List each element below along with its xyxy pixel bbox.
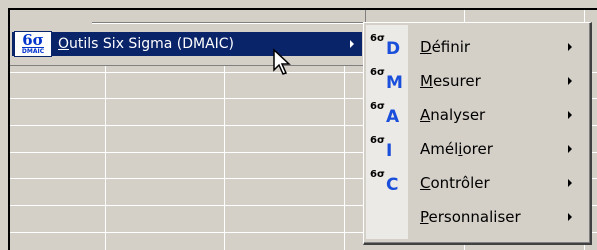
six-sigma-dmaic-icon: 6σ DMAIC <box>14 31 52 57</box>
dmaic-measure-icon: 6σ M <box>370 67 403 93</box>
submenu-arrow-icon <box>568 145 572 153</box>
menu-item-label: Personnaliser <box>420 208 521 226</box>
submenu-arrow-icon <box>568 43 572 51</box>
mouse-pointer-icon <box>273 48 291 75</box>
submenu-arrow-icon <box>568 77 572 85</box>
menu-item-outils-six-sigma[interactable]: 6σ DMAIC Outils Six Sigma (DMAIC) <box>12 31 362 57</box>
menu-item-controler[interactable]: 6σ C Contrôler <box>364 167 586 199</box>
dmaic-control-icon: 6σ C <box>370 169 399 195</box>
menu-item-label: Outils Six Sigma (DMAIC) <box>58 36 235 52</box>
submenu-dmaic: 6σ D Définir 6σ M Mesurer 6σ A Analyser … <box>363 22 592 245</box>
submenu-arrow-icon <box>568 213 572 221</box>
parent-menu: 6σ DMAIC Outils Six Sigma (DMAIC) <box>10 10 366 66</box>
submenu-arrow-icon <box>568 179 572 187</box>
menu-item-personnaliser[interactable]: Personnaliser <box>364 201 586 233</box>
menu-item-mesurer[interactable]: 6σ M Mesurer <box>364 65 586 97</box>
menu-item-label: Analyser <box>420 106 486 124</box>
menu-item-label: Définir <box>420 38 471 56</box>
menu-item-label: Mesurer <box>420 72 481 90</box>
menu-item-label: Contrôler <box>420 174 490 192</box>
dmaic-analyse-icon: 6σ A <box>370 101 400 127</box>
submenu-arrow-icon <box>350 40 354 48</box>
menu-separator <box>92 22 364 24</box>
menu-item-analyser[interactable]: 6σ A Analyser <box>364 99 586 131</box>
menu-item-label: Améliorer <box>420 140 493 158</box>
dmaic-define-icon: 6σ D <box>370 33 401 59</box>
menu-item-definir[interactable]: 6σ D Définir <box>364 31 586 63</box>
submenu-arrow-icon <box>568 111 572 119</box>
dmaic-improve-icon: 6σ I <box>370 135 393 161</box>
menu-item-ameliorer[interactable]: 6σ I Améliorer <box>364 133 586 165</box>
